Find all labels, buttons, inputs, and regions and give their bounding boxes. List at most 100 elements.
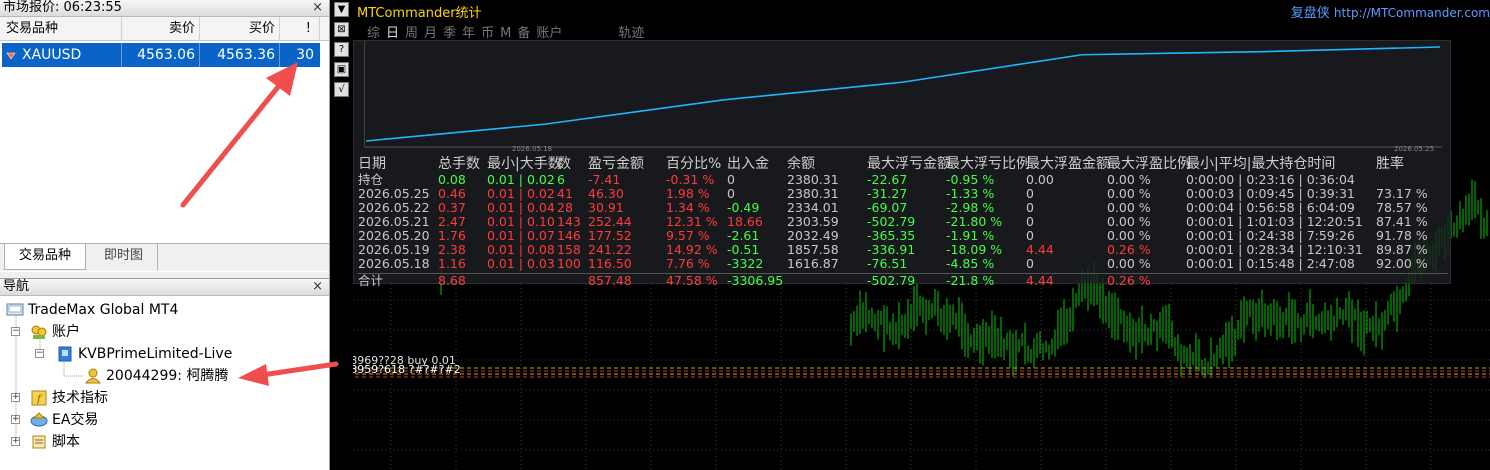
stats-header-cell: 胜率	[1376, 156, 1404, 172]
check-icon[interactable]: √	[334, 82, 349, 97]
stats-cell: 0.01 | 0.10	[487, 214, 555, 229]
stats-cell: 0	[727, 186, 735, 201]
column-header-ask[interactable]: 买价	[200, 17, 280, 41]
brand-site-link[interactable]: http://MTCommander.com	[1334, 6, 1490, 20]
market-watch-title-bar[interactable]: 市场报价: 06:23:55 ×	[0, 0, 329, 17]
stats-cell: 0:00:01 | 0:28:34 | 12:10:31	[1186, 242, 1363, 257]
stats-header-cell: 最大浮亏比例	[946, 156, 1030, 172]
stats-cell: 177.52	[588, 228, 632, 243]
tree-item-scripts[interactable]: 脚本	[30, 432, 80, 452]
tree-item-indicators[interactable]: f 技术指标	[30, 388, 108, 408]
mtcommander-stats-box: 2026.05.18 2026.05.25 日期 总手数 最小|大手数数 盈亏金额 百分比…	[353, 40, 1451, 288]
column-header-bid[interactable]: 卖价	[122, 17, 200, 41]
ask-price: 4563.36	[200, 43, 280, 67]
mtc-tab-1[interactable]: 日	[386, 26, 399, 41]
stats-cell: -0.31 %	[666, 172, 715, 187]
stats-cell: 2303.59	[787, 214, 839, 229]
expander-accounts[interactable]: −	[11, 327, 20, 336]
stats-cell: 0	[727, 172, 735, 187]
mtc-tab-3[interactable]: 月	[424, 26, 437, 41]
stats-cell: -69.07	[867, 200, 908, 215]
broker-icon	[56, 346, 74, 362]
stats-header-cell: 总手数	[438, 156, 480, 172]
stats-cell: -1.33 %	[946, 186, 995, 201]
broker-label: KVBPrimeLimited-Live	[78, 346, 233, 362]
stats-cell: 1.76	[438, 228, 466, 243]
tree-item-experts[interactable]: EA交易	[30, 410, 98, 430]
stats-row: 2026.05.22 0.37 0.01 | 0.04 28 30.91 1.34 % -0…	[358, 201, 1448, 215]
stats-cell: 0:00:03 | 0:09:45 | 0:39:31	[1186, 186, 1355, 201]
mtc-tab-5[interactable]: 年	[462, 26, 475, 41]
stats-cell: 252.44	[588, 214, 632, 229]
stats-cell: 0	[1026, 200, 1034, 215]
bid-price: 4563.06	[122, 43, 200, 67]
stats-cell: 持仓	[358, 172, 384, 187]
script-icon	[30, 434, 48, 450]
pin-icon[interactable]: ▣	[334, 62, 349, 77]
stats-total-cell: 8.68	[438, 273, 466, 288]
tab-tick-chart[interactable]: 即时图	[90, 244, 158, 270]
stats-cell: -1.91 %	[946, 228, 995, 243]
order-lines[interactable]	[341, 367, 1490, 378]
expander-broker[interactable]: −	[35, 349, 44, 358]
equity-curve-line	[365, 46, 1441, 142]
tree-item-accounts[interactable]: 账户	[30, 322, 80, 342]
stats-total-cell: 47.58 %	[666, 273, 718, 288]
market-watch-title: 市场报价: 06:23:55	[3, 0, 122, 15]
mtc-tab-8[interactable]: 备	[517, 26, 530, 41]
stats-header-cell: 最大浮盈比例	[1107, 156, 1191, 172]
column-header-spread[interactable]: !	[280, 17, 320, 41]
mtcommander-brand[interactable]: 复盘侠 http://MTCommander.com	[1291, 2, 1490, 21]
stats-total-cell: 合计	[358, 273, 384, 288]
expander-indicators[interactable]: +	[11, 393, 20, 402]
mtc-tab-9[interactable]: 账户	[536, 26, 562, 41]
stats-cell: -4.85 %	[946, 256, 995, 271]
stats-header-cell: 余额	[787, 156, 815, 172]
stats-cell: 78.57 %	[1376, 200, 1428, 215]
stats-cell: 89.87 %	[1376, 242, 1428, 257]
mtc-tab-6[interactable]: 币	[481, 26, 494, 41]
stats-cell: 91.78 %	[1376, 228, 1428, 243]
stats-cell: 0	[1026, 256, 1034, 271]
stats-cell: -2.61	[727, 228, 760, 243]
stats-cell: 6	[557, 172, 565, 187]
tree-item-server[interactable]: TradeMax Global MT4	[6, 300, 178, 320]
market-watch-close-button[interactable]: ×	[312, 0, 323, 16]
collapse-icon[interactable]: ⊠	[334, 22, 349, 37]
symbol-row-xauusd[interactable]: XAUUSD 4563.06 4563.36 30	[2, 43, 320, 67]
tab-symbols[interactable]: 交易品种	[4, 244, 86, 270]
mtc-tab-0[interactable]: 综	[367, 26, 380, 41]
equity-end-date: 2026.05.25	[1394, 145, 1434, 153]
chart-menu-button[interactable]: ▼	[334, 2, 349, 17]
navigator-close-button[interactable]: ×	[312, 279, 323, 295]
stats-cell: 143	[557, 214, 581, 229]
market-watch-header: 交易品种 卖价 买价 !	[0, 17, 329, 41]
mtc-tab-7[interactable]: M	[500, 26, 511, 41]
navigator-title-bar[interactable]: 导航 ×	[0, 279, 329, 296]
brand-name: 复盘侠	[1290, 6, 1330, 21]
stats-cell: -22.67	[867, 172, 908, 187]
equity-curve-chart: 2026.05.18 2026.05.25	[364, 41, 1442, 153]
symbol-cell: XAUUSD	[2, 43, 122, 67]
mtcommander-tabs: 综日周月季年币 M 备账户 轨迹	[367, 22, 650, 41]
help-icon[interactable]: ?	[334, 42, 349, 57]
expander-experts[interactable]: +	[11, 415, 20, 424]
stats-header-cell: 最小|平均|最大持仓时间	[1186, 156, 1336, 172]
stats-header-cell: 最大浮亏金额	[867, 156, 951, 172]
mtcommander-title: MTCommander统计	[357, 6, 482, 21]
stats-cell: 12.31 %	[666, 214, 718, 229]
symbol-name: XAUUSD	[22, 47, 82, 63]
stats-cell: -7.41	[588, 172, 621, 187]
tree-item-broker[interactable]: KVBPrimeLimited-Live	[56, 344, 232, 364]
stats-cell: 4.44	[1026, 242, 1054, 257]
stats-cell: 41	[557, 186, 573, 201]
expander-scripts[interactable]: +	[11, 437, 20, 446]
tree-item-account-user[interactable]: 20044299: 柯腾腾	[84, 366, 228, 386]
stats-cell: 146	[557, 228, 581, 243]
mtc-tab-4[interactable]: 季	[443, 26, 456, 41]
mtc-tab-10[interactable]: 轨迹	[618, 26, 644, 41]
stats-cell: 1616.87	[787, 256, 839, 271]
mtc-tab-2[interactable]: 周	[405, 26, 418, 41]
column-header-symbol[interactable]: 交易品种	[0, 17, 122, 41]
stats-cell: -2.98 %	[946, 200, 995, 215]
